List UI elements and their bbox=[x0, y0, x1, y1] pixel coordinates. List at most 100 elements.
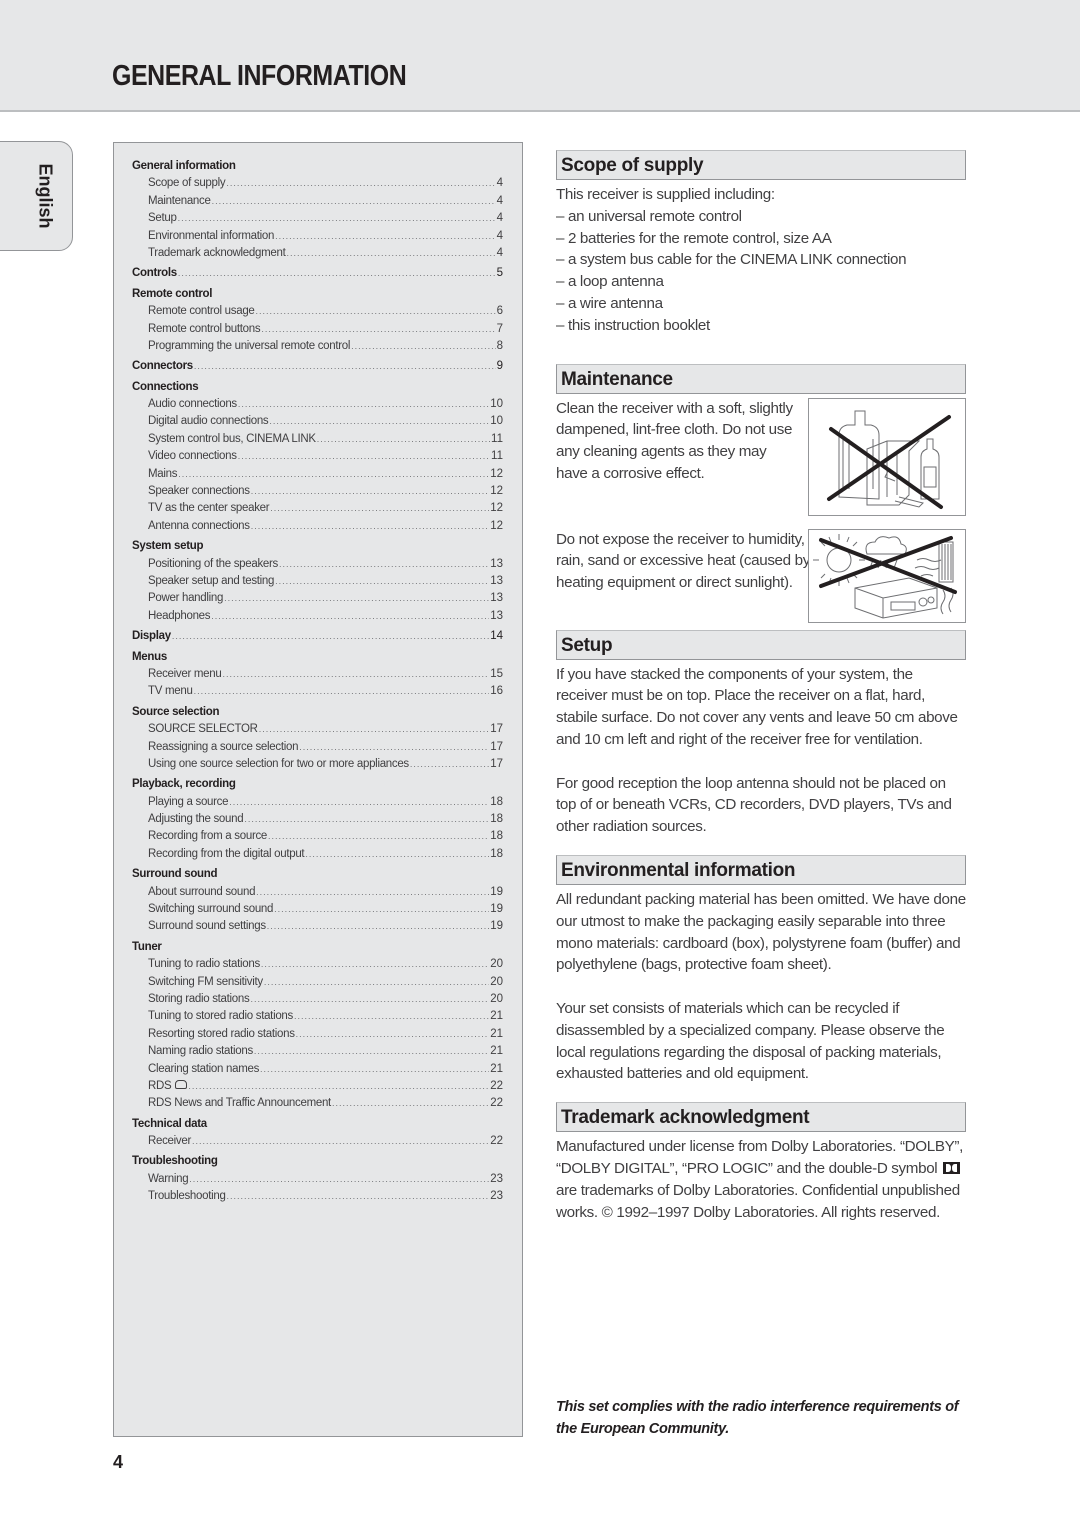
toc-entry[interactable]: Mains 12 bbox=[132, 466, 503, 483]
toc-page-number: 19 bbox=[490, 920, 503, 933]
toc-entry[interactable]: Speaker setup and testing 13 bbox=[132, 573, 503, 590]
toc-section-title: Technical data bbox=[132, 1117, 207, 1130]
toc-entry[interactable]: Maintenance 4 bbox=[132, 193, 503, 210]
toc-section-heading[interactable]: Connections bbox=[132, 379, 503, 396]
toc-entry[interactable]: Tuning to stored radio stations 21 bbox=[132, 1008, 503, 1025]
toc-section-heading[interactable]: Troubleshooting bbox=[132, 1153, 503, 1170]
toc-leader-dots bbox=[305, 846, 489, 863]
toc-entry[interactable]: Recording from the digital output 18 bbox=[132, 846, 503, 863]
right-column: Scope of supply This receiver is supplie… bbox=[556, 150, 966, 1223]
toc-page-number: 18 bbox=[490, 830, 503, 843]
toc-entry[interactable]: Receiver 22 bbox=[132, 1133, 503, 1150]
toc-page-number: 4 bbox=[496, 246, 503, 259]
trademark-text-before: Manufactured under license from Dolby La… bbox=[556, 1138, 963, 1177]
toc-section-heading[interactable]: System setup bbox=[132, 538, 503, 555]
toc-section-heading[interactable]: Remote control bbox=[132, 286, 503, 303]
toc-section-heading[interactable]: Connectors 9 bbox=[132, 358, 503, 375]
toc-entry[interactable]: Positioning of the speakers 13 bbox=[132, 556, 503, 573]
toc-entry[interactable]: TV menu 16 bbox=[132, 683, 503, 700]
toc-entry-label: Receiver menu bbox=[148, 667, 222, 680]
toc-entry[interactable]: RDS 22 bbox=[132, 1078, 503, 1095]
toc-entry[interactable]: Reassigning a source selection 17 bbox=[132, 739, 503, 756]
toc-section-heading[interactable]: Surround sound bbox=[132, 866, 503, 883]
toc-entry[interactable]: Warning 23 bbox=[132, 1171, 503, 1188]
toc-leader-dots bbox=[256, 884, 489, 901]
section-heading: Trademark acknowledgment bbox=[556, 1102, 966, 1133]
toc-entry-label: SOURCE SELECTOR bbox=[148, 723, 258, 736]
toc-entry[interactable]: Clearing station names 21 bbox=[132, 1061, 503, 1078]
toc-page-number: 21 bbox=[490, 1062, 503, 1075]
toc-page-number: 18 bbox=[490, 847, 503, 860]
toc-leader-dots bbox=[172, 628, 489, 645]
toc-section-heading[interactable]: Tuner bbox=[132, 939, 503, 956]
toc-entry[interactable]: Trademark acknowledgment 4 bbox=[132, 245, 503, 262]
toc-entry[interactable]: Resorting stored radio stations 21 bbox=[132, 1026, 503, 1043]
toc-entry[interactable]: Speaker connections 12 bbox=[132, 483, 503, 500]
toc-leader-dots bbox=[274, 901, 489, 918]
toc-entry[interactable]: Troubleshooting 23 bbox=[132, 1188, 503, 1205]
toc-page-number: 21 bbox=[490, 1045, 503, 1058]
toc-section-heading[interactable]: Playback, recording bbox=[132, 776, 503, 793]
toc-section-heading[interactable]: Menus bbox=[132, 649, 503, 666]
toc-entry[interactable]: Scope of supply 4 bbox=[132, 175, 503, 192]
toc-section-heading[interactable]: Technical data bbox=[132, 1116, 503, 1133]
toc-leader-dots bbox=[226, 175, 495, 192]
toc-section-heading[interactable]: Controls 5 bbox=[132, 265, 503, 282]
toc-section-heading[interactable]: Source selection bbox=[132, 704, 503, 721]
toc-entry[interactable]: Naming radio stations 21 bbox=[132, 1043, 503, 1060]
toc-entry[interactable]: Receiver menu 15 bbox=[132, 666, 503, 683]
toc-entry[interactable]: Storing radio stations 20 bbox=[132, 991, 503, 1008]
toc-entry[interactable]: Setup 4 bbox=[132, 210, 503, 227]
toc-entry[interactable]: Remote control buttons 7 bbox=[132, 321, 503, 338]
toc-entry[interactable]: Switching FM sensitivity 20 bbox=[132, 974, 503, 991]
toc-entry[interactable]: Digital audio connections 10 bbox=[132, 413, 503, 430]
toc-entry[interactable]: Video connections 11 bbox=[132, 448, 503, 465]
toc-entry[interactable]: System control bus, CINEMA LINK 11 bbox=[132, 431, 503, 448]
toc-section-heading[interactable]: General information bbox=[132, 158, 503, 175]
toc-section: TunerTuning to radio stations20Switching… bbox=[132, 939, 503, 1113]
toc-entry[interactable]: Headphones 13 bbox=[132, 608, 503, 625]
toc-section-title: Surround sound bbox=[132, 868, 218, 881]
toc-entry[interactable]: Programming the universal remote control… bbox=[132, 338, 503, 355]
toc-entry[interactable]: Recording from a source 18 bbox=[132, 828, 503, 845]
toc-entry[interactable]: SOURCE SELECTOR 17 bbox=[132, 721, 503, 738]
toc-section: Source selectionSOURCE SELECTOR17Reassig… bbox=[132, 704, 503, 774]
toc-entry[interactable]: Remote control usage 6 bbox=[132, 303, 503, 320]
toc-entry-label: Troubleshooting bbox=[148, 1190, 226, 1203]
toc-page-number: 23 bbox=[490, 1190, 503, 1203]
toc-page-number: 13 bbox=[490, 574, 503, 587]
toc-entry[interactable]: Environmental information 4 bbox=[132, 228, 503, 245]
toc-section-title: Menus bbox=[132, 650, 167, 663]
toc-entry[interactable]: Switching surround sound 19 bbox=[132, 901, 503, 918]
toc-entry[interactable]: Audio connections 10 bbox=[132, 396, 503, 413]
toc-entry-label: TV as the center speaker bbox=[148, 502, 270, 515]
toc-entry[interactable]: Adjusting the sound 18 bbox=[132, 811, 503, 828]
rds-logo-icon bbox=[175, 1079, 188, 1089]
toc-page-number: 19 bbox=[490, 885, 503, 898]
toc-entry[interactable]: Antenna connections 12 bbox=[132, 518, 503, 535]
toc-page-number: 13 bbox=[490, 557, 503, 570]
toc-leader-dots bbox=[250, 991, 489, 1008]
toc-section-title: System setup bbox=[132, 540, 204, 553]
toc-leader-dots bbox=[238, 448, 490, 465]
toc-entry[interactable]: Using one source selection for two or mo… bbox=[132, 756, 503, 773]
toc-section-heading[interactable]: Display 14 bbox=[132, 628, 503, 645]
toc-entry[interactable]: RDS News and Traffic Announcement 22 bbox=[132, 1095, 503, 1112]
toc-entry[interactable]: Power handling 13 bbox=[132, 590, 503, 607]
toc-page-number: 22 bbox=[490, 1079, 503, 1092]
toc-page-number: 16 bbox=[490, 685, 503, 698]
toc-leader-dots bbox=[194, 358, 496, 375]
toc-entry[interactable]: About surround sound 19 bbox=[132, 884, 503, 901]
toc-section: Troubleshooting Warning 23 Troubleshooting 2… bbox=[132, 1153, 503, 1205]
toc-entry[interactable]: TV as the center speaker 12 bbox=[132, 500, 503, 517]
trademark-text: Manufactured under license from Dolby La… bbox=[556, 1136, 966, 1223]
language-tab: English bbox=[0, 141, 73, 251]
toc-entry[interactable]: Tuning to radio stations 20 bbox=[132, 956, 503, 973]
toc-entry[interactable]: Playing a source 18 bbox=[132, 794, 503, 811]
compliance-note: This set complies with the radio interfe… bbox=[556, 1399, 959, 1437]
toc-page-number: 22 bbox=[490, 1135, 503, 1148]
toc-page-number: 17 bbox=[490, 757, 503, 770]
toc-page-number: 11 bbox=[491, 450, 503, 463]
toc-page-number: 12 bbox=[490, 502, 503, 515]
toc-entry[interactable]: Surround sound settings 19 bbox=[132, 918, 503, 935]
